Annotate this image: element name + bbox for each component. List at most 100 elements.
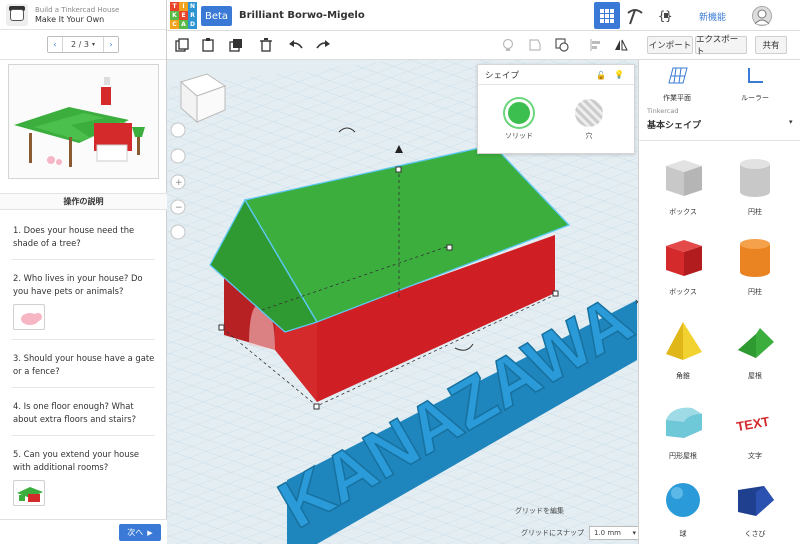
shape-inspector-title: シェイプ [485, 70, 520, 81]
snap-value: 1.0 mm [594, 529, 621, 537]
group-icon[interactable] [553, 36, 571, 54]
duplicate-icon[interactable] [227, 36, 245, 54]
grid-icon [600, 8, 614, 23]
share-button[interactable]: 共有 [755, 36, 787, 54]
logo-letter: R [188, 11, 197, 20]
prev-page-button[interactable]: ‹ [48, 37, 62, 52]
page-selector[interactable]: 2 / 3 ▾ [62, 37, 104, 52]
import-button[interactable]: インポート [647, 36, 693, 54]
instruction-step-1: 1. Does your house need the shade of a t… [0, 212, 167, 250]
copy-icon[interactable] [173, 36, 191, 54]
workplane-tool[interactable]: 作業平面 [647, 66, 707, 103]
user-avatar[interactable] [752, 6, 772, 26]
svg-text:−: − [175, 203, 183, 213]
shape-sphere[interactable]: 球 [653, 478, 713, 539]
codeblocks-icon[interactable]: {} [656, 6, 676, 26]
house-extension-image[interactable] [13, 480, 45, 506]
pig-image[interactable] [13, 304, 45, 330]
shape-cylinder[interactable]: 円柱 [725, 236, 785, 297]
lesson-preview-image [8, 64, 159, 179]
step-text: 4. Is one floor enough? What about extra… [13, 401, 137, 424]
logo-letter: T [170, 2, 179, 11]
next-button-label: 次へ [127, 528, 144, 537]
logo-letter: C [170, 20, 179, 29]
shape-label: 文字 [748, 452, 762, 460]
fit-view-icon[interactable] [170, 148, 186, 164]
hole-option[interactable] [575, 99, 603, 127]
instruction-step-5: 5. Can you extend your house with additi… [0, 436, 167, 506]
shape-label: 角錐 [676, 372, 690, 380]
shape-label: くさび [744, 530, 766, 538]
shape-label: ボックス [669, 288, 697, 296]
shape-label: 円柱 [748, 288, 762, 296]
step-text: 2. Who lives in your house? Do you have … [13, 273, 143, 296]
library-select[interactable]: 基本シェイプ [647, 118, 701, 131]
shape-label: 円柱 [748, 208, 762, 216]
top-bar: T I N K E R C A D Beta Brilliant Borwo-M… [167, 0, 800, 31]
home-view-icon[interactable] [170, 122, 186, 138]
lock-icon[interactable]: 🔓 [596, 71, 606, 80]
tinkercad-app: Build a Tinkercad House Make It Your Own… [0, 0, 800, 544]
projection-icon[interactable] [170, 224, 186, 240]
solid-label: ソリッド [505, 132, 533, 140]
snap-grid: グリッドにスナップ 1.0 mm ▾ [521, 526, 641, 540]
workplane-label: 作業平面 [663, 94, 691, 102]
step-text: 1. Does your house need the shade of a t… [13, 225, 135, 248]
paste-icon[interactable] [199, 36, 217, 54]
logo-letter: E [179, 11, 188, 20]
shape-text[interactable]: TEXT 文字 [725, 400, 785, 461]
resize-handle[interactable] [552, 290, 559, 297]
next-button[interactable]: 次へ ▶ [119, 524, 161, 541]
pickaxe-icon[interactable] [625, 6, 645, 26]
shape-label: 円形屋根 [669, 452, 697, 460]
shape-roof[interactable]: 屋根 [725, 320, 785, 381]
shape-box-hole[interactable]: ボックス [653, 156, 713, 217]
shape-cylinder-hole[interactable]: 円柱 [725, 156, 785, 217]
3d-view-grid-button[interactable] [594, 2, 620, 29]
instruction-step-2: 2. Who lives in your house? Do you have … [0, 260, 167, 330]
beta-badge: Beta [201, 6, 232, 26]
shape-inspector: シェイプ 🔓 💡 ソリッド 穴 [477, 64, 635, 154]
lightbulb-icon[interactable] [499, 36, 517, 54]
snap-label: グリッドにスナップ [521, 529, 584, 537]
ruler-tool[interactable]: ルーラー [725, 66, 785, 103]
lightbulb-icon[interactable]: 💡 [614, 70, 624, 79]
resize-handle[interactable] [313, 403, 320, 410]
next-page-button[interactable]: › [103, 37, 118, 52]
project-name[interactable]: Brilliant Borwo-Migelo [239, 10, 365, 21]
logo-letter: N [188, 2, 197, 11]
logo-letter: A [179, 20, 188, 29]
shape-wedge[interactable]: くさび [725, 478, 785, 539]
chevron-down-icon: ▾ [632, 529, 636, 537]
redo-icon[interactable] [314, 36, 332, 54]
resize-handle[interactable] [446, 244, 453, 251]
shape-pyramid[interactable]: 角錐 [653, 320, 713, 381]
snap-grid-select[interactable]: 1.0 mm ▾ [589, 526, 641, 540]
resize-handle[interactable] [218, 324, 225, 331]
mirror-icon[interactable] [612, 36, 630, 54]
edit-grid-link[interactable]: グリッドを編集 [515, 506, 564, 516]
chevron-down-icon: ▾ [91, 41, 95, 48]
logo-letter: D [188, 20, 197, 29]
shape-box[interactable]: ボックス [653, 236, 713, 297]
lesson-footer: 次へ ▶ [0, 519, 167, 544]
logo-letter: K [170, 11, 179, 20]
library-source: Tinkercad [647, 107, 679, 115]
undo-icon[interactable] [287, 36, 305, 54]
svg-text:+: + [175, 178, 183, 188]
step-text: 5. Can you extend your house with additi… [13, 449, 140, 472]
chevron-down-icon[interactable]: ▾ [789, 118, 793, 126]
trash-icon[interactable] [257, 36, 275, 54]
solid-option[interactable] [505, 99, 533, 127]
ruler-label: ルーラー [741, 94, 769, 102]
note-icon[interactable] [526, 36, 544, 54]
instruction-step-3: 3. Should your house have a gate or a fe… [0, 340, 167, 378]
tinkercad-logo[interactable]: T I N K E R C A D [170, 2, 197, 29]
resize-handle[interactable] [395, 166, 402, 173]
page-indicator: 2 / 3 [71, 40, 89, 49]
new-features-link[interactable]: 新機能 [699, 10, 726, 23]
align-icon[interactable] [587, 36, 605, 54]
play-icon: ▶ [147, 528, 153, 537]
export-button[interactable]: エクスポート [695, 35, 747, 57]
shape-round-roof[interactable]: 円形屋根 [653, 400, 713, 461]
